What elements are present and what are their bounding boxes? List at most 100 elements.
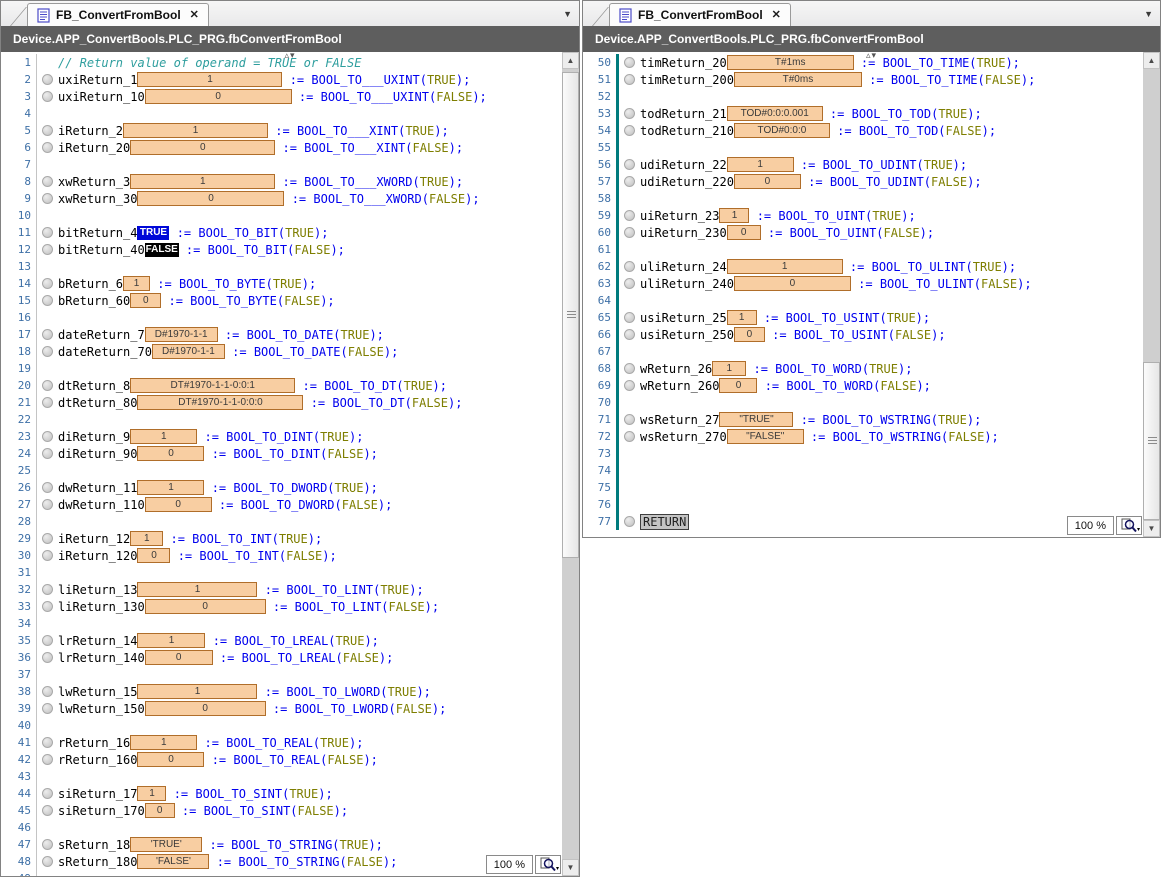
monitor-value-box[interactable]: 1 [123,276,150,291]
breakpoint-bullet[interactable] [624,108,635,119]
breakpoint-bullet[interactable] [42,295,53,306]
monitor-value-box[interactable]: 1 [727,157,794,172]
monitor-value-box[interactable]: TOD#0:0:0 [734,123,830,138]
breakpoint-bullet[interactable] [42,397,53,408]
scroll-down-icon[interactable]: ▼ [1143,520,1160,537]
monitor-value-box[interactable]: 0 [130,140,275,155]
tab-list-dropdown-icon[interactable]: ▼ [1144,9,1153,19]
zoom-magnifier-button[interactable]: ▾ [535,855,561,874]
breakpoint-bullet[interactable] [624,363,635,374]
breakpoint-bullet[interactable] [42,380,53,391]
tab-list-dropdown-icon[interactable]: ▼ [563,9,572,19]
breakpoint-bullet[interactable] [42,482,53,493]
monitor-value-box[interactable]: 0 [137,446,204,461]
scrollbar-thumb[interactable] [1143,362,1160,520]
breakpoint-bullet[interactable] [624,431,635,442]
breakpoint-bullet[interactable] [624,312,635,323]
breakpoint-bullet[interactable] [42,193,53,204]
breakpoint-bullet[interactable] [624,261,635,272]
breakpoint-bullet[interactable] [624,210,635,221]
monitor-value-box[interactable]: 1 [719,208,749,223]
breakpoint-bullet[interactable] [42,584,53,595]
monitor-value-box[interactable]: TOD#0:0:0.001 [727,106,823,121]
monitor-value-box[interactable]: 1 [130,174,275,189]
monitor-value-box[interactable]: 0 [734,327,765,342]
breakpoint-bullet[interactable] [42,686,53,697]
monitor-value-box[interactable]: 0 [727,225,761,240]
scroll-down-icon[interactable]: ▼ [562,859,579,876]
close-icon[interactable]: ✕ [772,10,781,21]
tab-fb-convertfrombool[interactable]: FB_ConvertFromBool ✕ [609,3,791,26]
monitor-value-box[interactable]: 0 [734,276,851,291]
monitor-value-box[interactable]: 0 [145,803,175,818]
monitor-value-box[interactable]: 0 [130,293,161,308]
split-view-handle[interactable]: ▵▾ [284,52,295,60]
monitor-value-box[interactable]: "TRUE" [719,412,793,427]
monitor-value-box[interactable]: DT#1970-1-1-0:0:0 [137,395,303,410]
breakpoint-bullet[interactable] [42,856,53,867]
breakpoint-bullet[interactable] [624,125,635,136]
breakpoint-bullet[interactable] [42,652,53,663]
monitor-value-box[interactable]: T#0ms [734,72,862,87]
monitor-value-box[interactable]: DT#1970-1-1-0:0:1 [130,378,295,393]
breakpoint-bullet[interactable] [42,754,53,765]
breakpoint-bullet[interactable] [42,176,53,187]
monitor-value-box[interactable]: 0 [719,378,757,393]
breakpoint-bullet[interactable] [42,805,53,816]
monitor-value-box[interactable]: 0 [137,548,170,563]
close-icon[interactable]: ✕ [190,10,199,21]
monitor-value-box[interactable]: 1 [137,633,205,648]
breakpoint-bullet[interactable] [624,74,635,85]
breakpoint-bullet[interactable] [42,839,53,850]
tab-fb-convertfrombool[interactable]: FB_ConvertFromBool ✕ [27,3,209,26]
monitor-value-box[interactable]: FALSE [145,243,179,257]
breakpoint-bullet[interactable] [42,227,53,238]
breakpoint-bullet[interactable] [624,159,635,170]
vertical-scrollbar[interactable]: ▲ ▼ [1143,52,1160,537]
vertical-scrollbar[interactable]: ▲ ▼ [562,52,579,876]
breakpoint-bullet[interactable] [42,125,53,136]
zoom-magnifier-button[interactable]: ▾ [1116,516,1142,535]
zoom-level-display[interactable]: 100 % [1067,516,1114,535]
breakpoint-bullet[interactable] [42,448,53,459]
breakpoint-bullet[interactable] [42,278,53,289]
monitor-value-box[interactable]: 0 [137,191,284,206]
monitor-value-box[interactable]: 0 [145,701,266,716]
breakpoint-bullet[interactable] [624,278,635,289]
monitor-value-box[interactable]: 1 [727,310,757,325]
scroll-up-icon[interactable]: ▲ [562,52,579,69]
monitor-value-box[interactable]: 1 [712,361,746,376]
breakpoint-bullet[interactable] [624,414,635,425]
breakpoint-bullet[interactable] [42,431,53,442]
monitor-value-box[interactable]: 1 [137,480,204,495]
breakpoint-bullet[interactable] [624,227,635,238]
breakpoint-bullet[interactable] [42,329,53,340]
monitor-value-box[interactable]: D#1970-1-1 [152,344,225,359]
breakpoint-bullet[interactable] [42,499,53,510]
breakpoint-bullet[interactable] [624,57,635,68]
breakpoint-bullet[interactable] [624,380,635,391]
monitor-value-box[interactable]: 0 [145,599,266,614]
monitor-value-box[interactable]: 1 [137,684,257,699]
breakpoint-bullet[interactable] [42,346,53,357]
monitor-value-box[interactable]: 1 [727,259,843,274]
monitor-value-box[interactable]: 0 [734,174,801,189]
zoom-level-display[interactable]: 100 % [486,855,533,874]
split-view-handle[interactable]: ▵▾ [866,52,877,60]
monitor-value-box[interactable]: 0 [137,752,204,767]
monitor-value-box[interactable]: 1 [130,531,163,546]
monitor-value-box[interactable]: D#1970-1-1 [145,327,218,342]
monitor-value-box[interactable]: 'FALSE' [137,854,209,869]
monitor-value-box[interactable]: TRUE [137,226,169,240]
scroll-up-icon[interactable]: ▲ [1143,52,1160,69]
breakpoint-bullet[interactable] [42,788,53,799]
breakpoint-bullet[interactable] [42,74,53,85]
breakpoint-bullet[interactable] [42,703,53,714]
breakpoint-bullet[interactable] [42,533,53,544]
breakpoint-bullet[interactable] [42,601,53,612]
monitor-value-box[interactable]: 1 [137,582,257,597]
breakpoint-bullet[interactable] [624,176,635,187]
monitor-value-box[interactable]: 0 [145,650,213,665]
monitor-value-box[interactable]: 1 [123,123,268,138]
monitor-value-box[interactable]: 1 [137,786,166,801]
